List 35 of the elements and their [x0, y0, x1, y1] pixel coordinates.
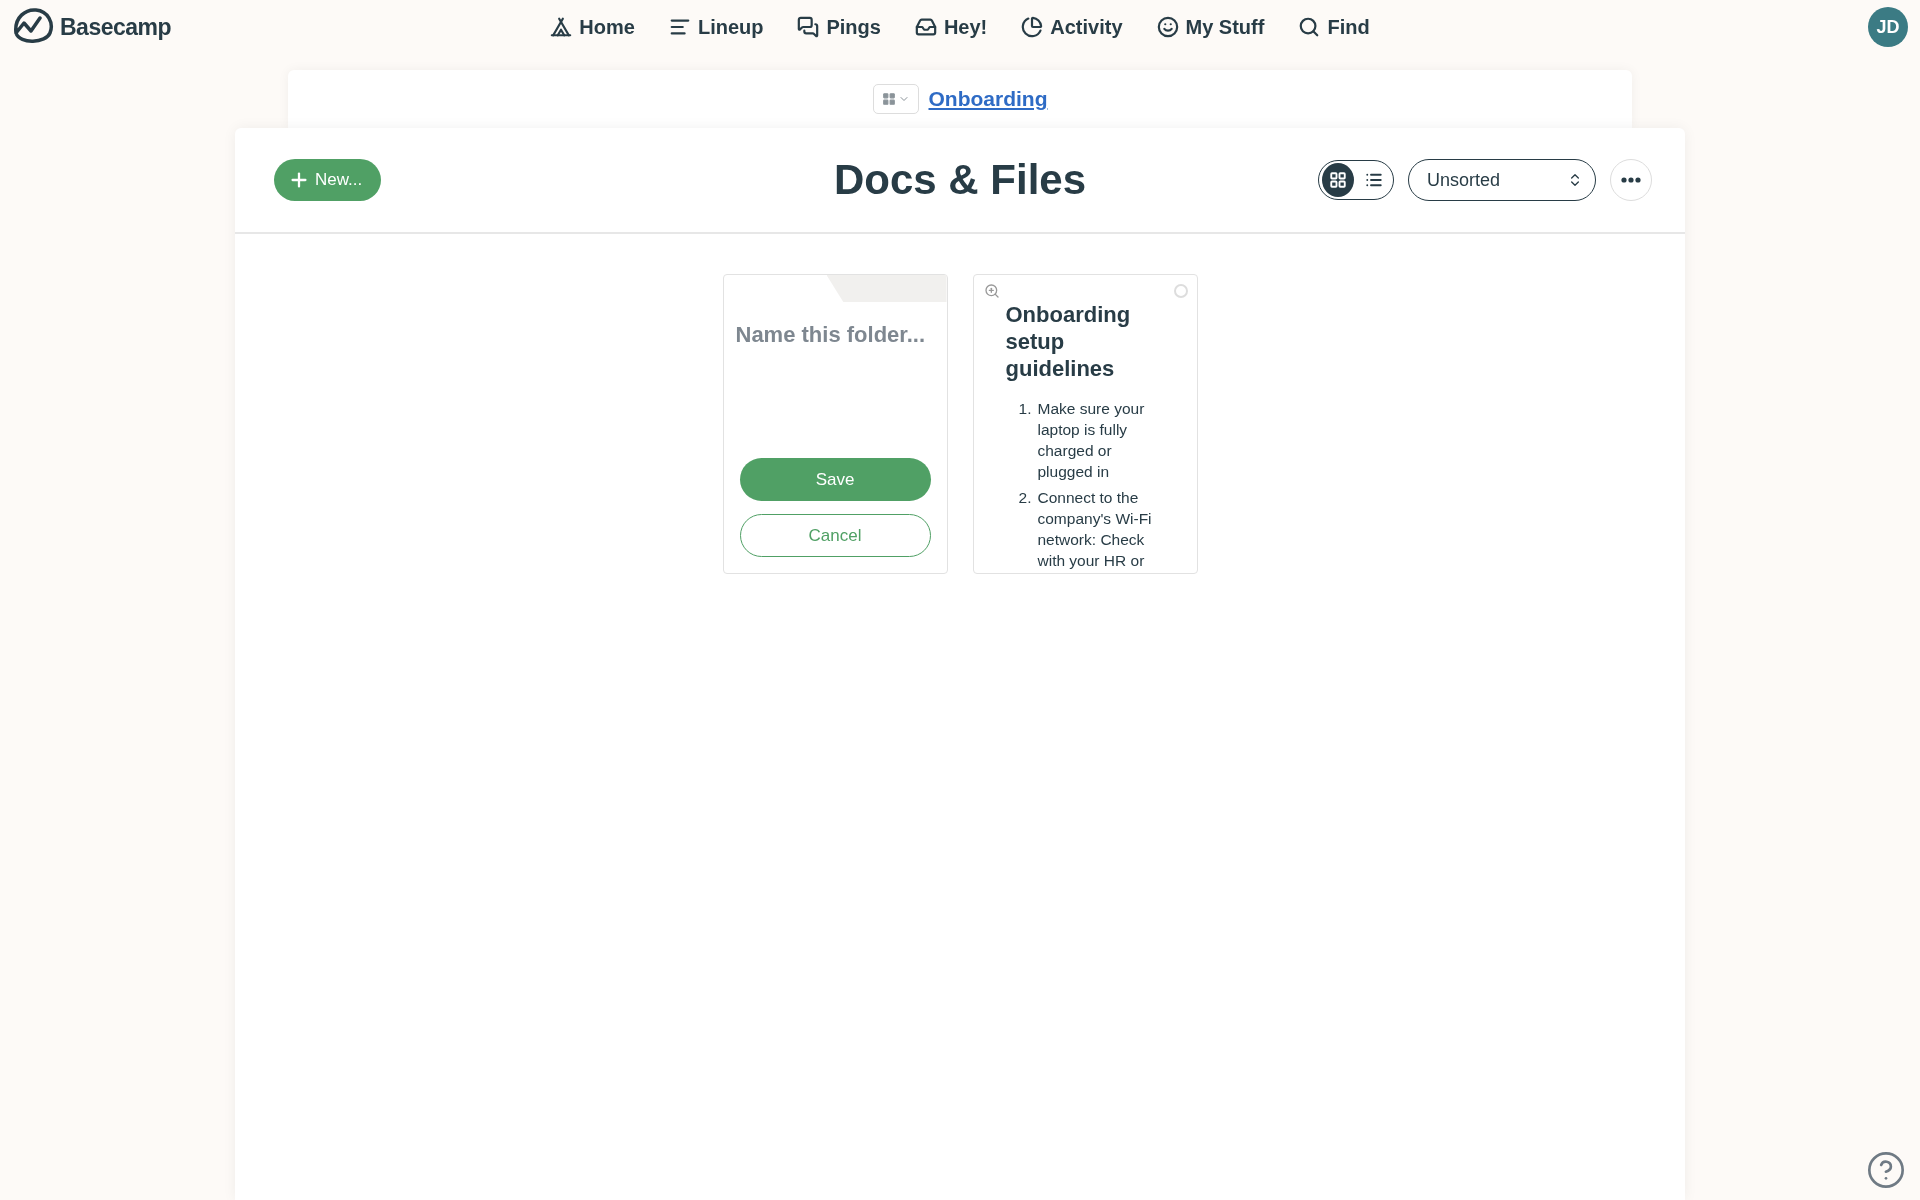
- tent-icon: [550, 16, 573, 38]
- user-avatar[interactable]: JD: [1868, 7, 1908, 47]
- document-title: Onboarding setup guidelines: [1005, 301, 1132, 382]
- list-marker: 2.: [1017, 488, 1032, 508]
- lines-icon: [668, 16, 691, 38]
- chat-bubbles-icon: [797, 16, 820, 38]
- grid-icon: [881, 92, 896, 106]
- project-link[interactable]: Onboarding: [928, 87, 1048, 111]
- more-icon: [1621, 177, 1641, 183]
- loading-icon: [1173, 284, 1188, 298]
- pie-chart-icon: [1021, 16, 1044, 38]
- help-button[interactable]: [1866, 1150, 1906, 1190]
- list-item: Make sure your laptop is fully charged or plugged in: [1037, 399, 1146, 482]
- nav-link[interactable]: Pings: [797, 15, 881, 39]
- page-title: Docs & Files: [833, 156, 1087, 204]
- list-marker: 1.: [1017, 399, 1032, 419]
- help-icon: [1866, 1150, 1906, 1190]
- brand-name: Basecamp: [60, 13, 172, 41]
- document-card[interactable]: Onboarding setup guidelines 1. Make sure your laptop is fully charged or plugged in 2. Connect to the company's Wi-Fi network: Check with your HR or: [972, 274, 1198, 574]
- grid-icon: [1329, 171, 1347, 189]
- nav-link[interactable]: Hey!: [914, 15, 988, 39]
- search-icon: [1298, 16, 1321, 38]
- list-icon: [1365, 171, 1383, 189]
- tray-icon: [914, 16, 937, 38]
- zoom-icon[interactable]: [983, 283, 1000, 299]
- nav-link[interactable]: Home: [550, 15, 635, 39]
- nav-link[interactable]: Activity: [1021, 15, 1123, 39]
- grid-view-button[interactable]: [1322, 163, 1354, 197]
- more-button[interactable]: [1610, 159, 1652, 201]
- smiley-icon: [1156, 16, 1179, 38]
- nav-link[interactable]: Lineup: [668, 15, 764, 39]
- project-menu-button[interactable]: [872, 84, 919, 114]
- list-item: Connect to the company's Wi-Fi network: Check with your HR or: [1037, 488, 1153, 571]
- nav-link[interactable]: My Stuff: [1156, 15, 1265, 39]
- nav-link[interactable]: Find: [1298, 15, 1370, 39]
